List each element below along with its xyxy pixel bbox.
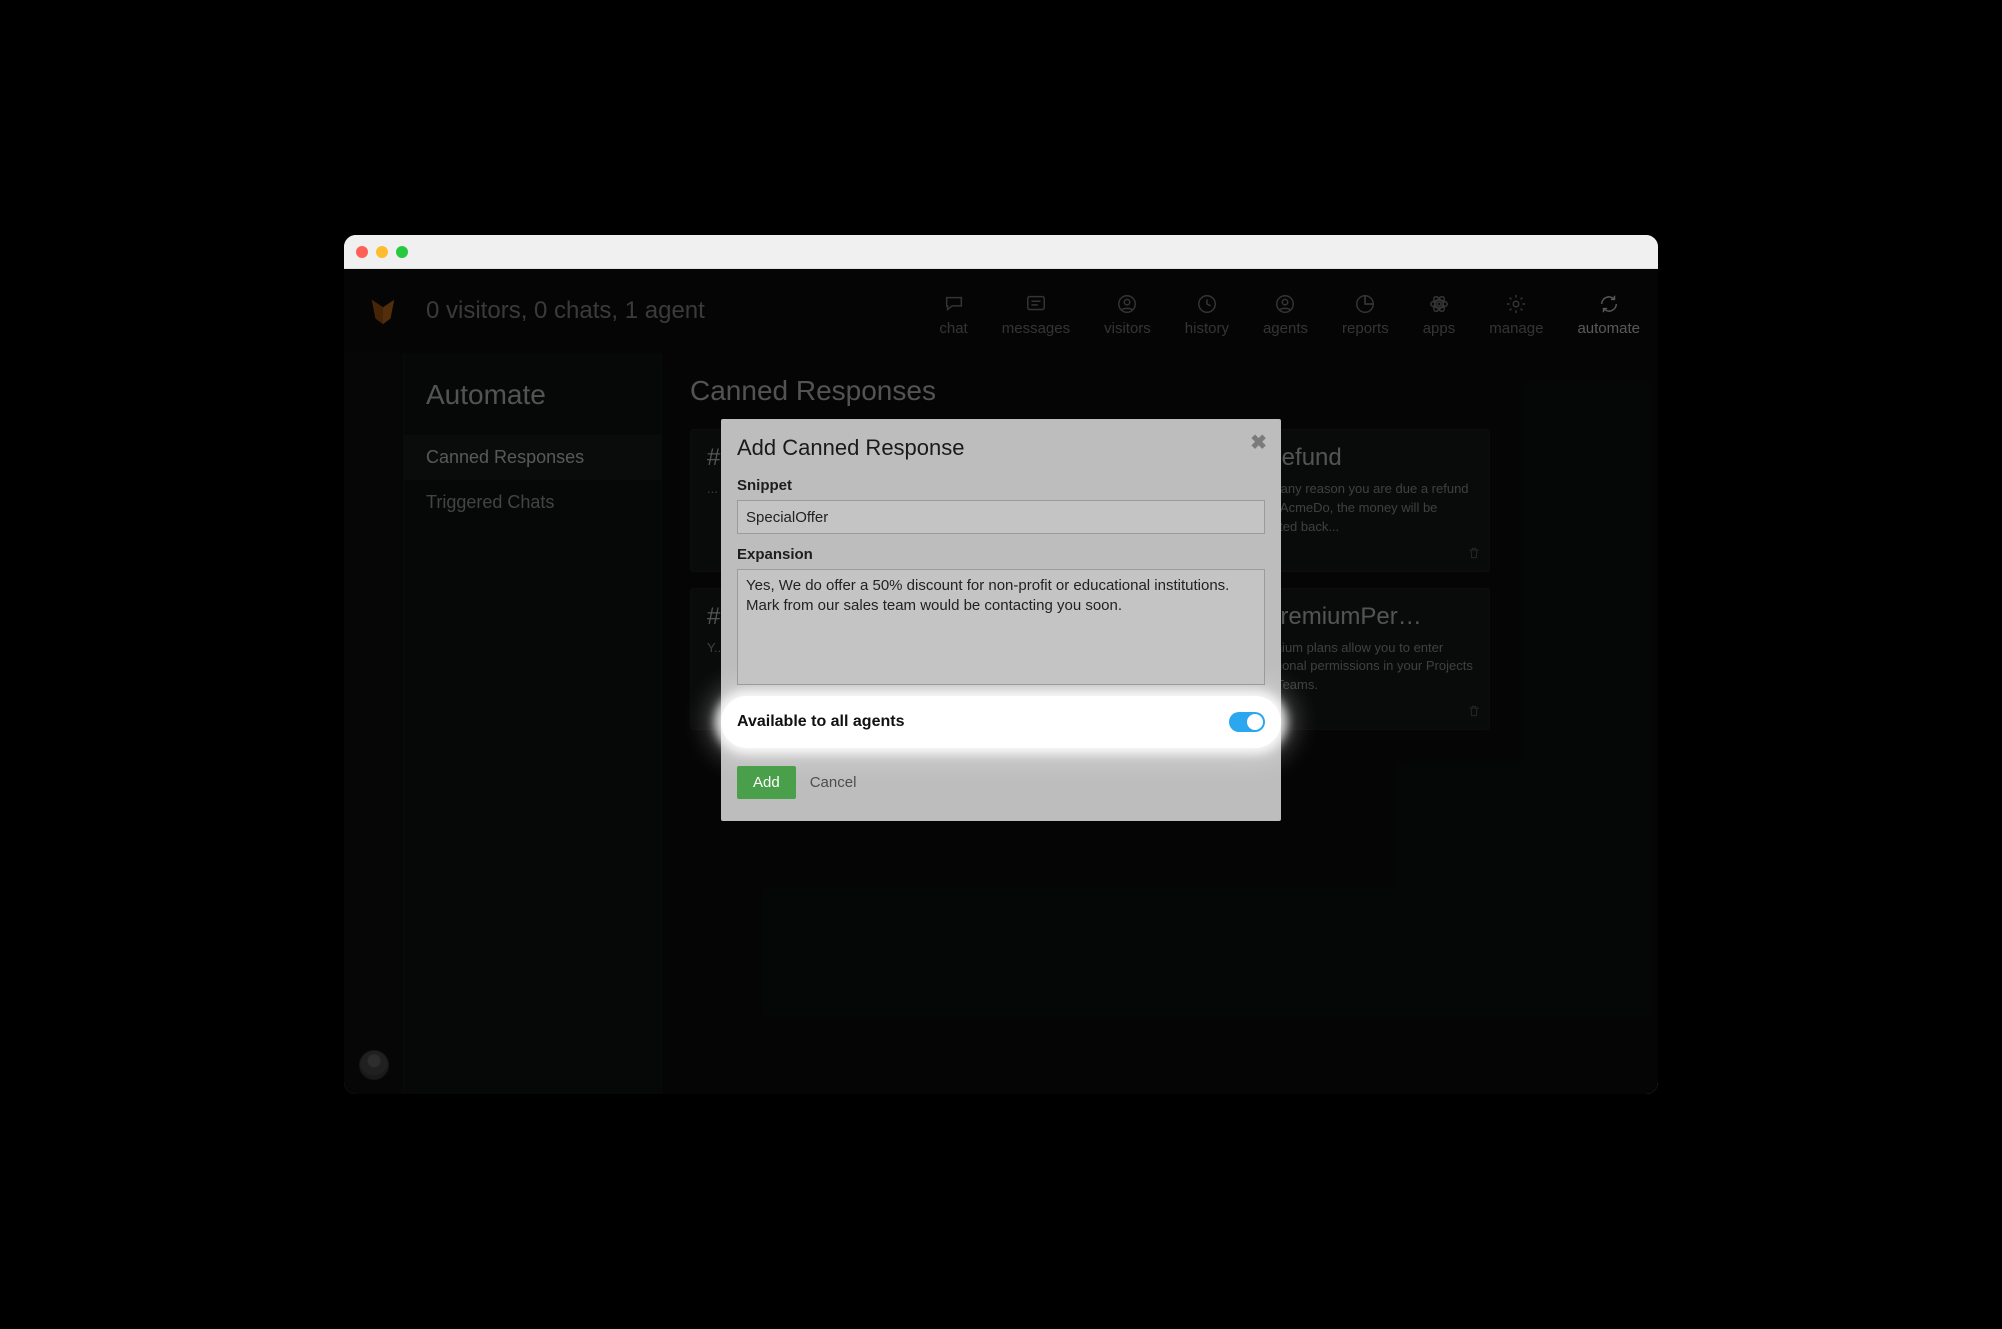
window-zoom-button[interactable] (396, 246, 408, 258)
snippet-input[interactable] (737, 500, 1265, 534)
snippet-label: Snippet (737, 477, 1265, 494)
app-window: 0 visitors, 0 chats, 1 agent chatmessage… (344, 235, 1658, 1094)
modal-title: Add Canned Response (737, 435, 1265, 461)
add-button[interactable]: Add (737, 766, 796, 799)
add-canned-response-modal: Add Canned Response ✖ Snippet Expansion … (721, 419, 1281, 821)
modal-close-button[interactable]: ✖ (1250, 433, 1267, 453)
expansion-label: Expansion (737, 546, 1265, 563)
available-all-agents-toggle[interactable] (1229, 712, 1265, 732)
cancel-button[interactable]: Cancel (810, 774, 857, 791)
expansion-textarea[interactable]: Yes, We do offer a 50% discount for non-… (737, 569, 1265, 685)
available-all-agents-label: Available to all agents (737, 713, 904, 731)
available-all-agents-row: Available to all agents (721, 696, 1281, 748)
toggle-knob (1247, 714, 1263, 730)
window-titlebar (344, 235, 1658, 269)
device-frame: 0 visitors, 0 chats, 1 agent chatmessage… (326, 217, 1676, 1112)
modal-actions: Add Cancel (737, 766, 1265, 799)
close-icon: ✖ (1250, 432, 1267, 454)
app-body: 0 visitors, 0 chats, 1 agent chatmessage… (344, 269, 1658, 1094)
window-minimize-button[interactable] (376, 246, 388, 258)
window-close-button[interactable] (356, 246, 368, 258)
